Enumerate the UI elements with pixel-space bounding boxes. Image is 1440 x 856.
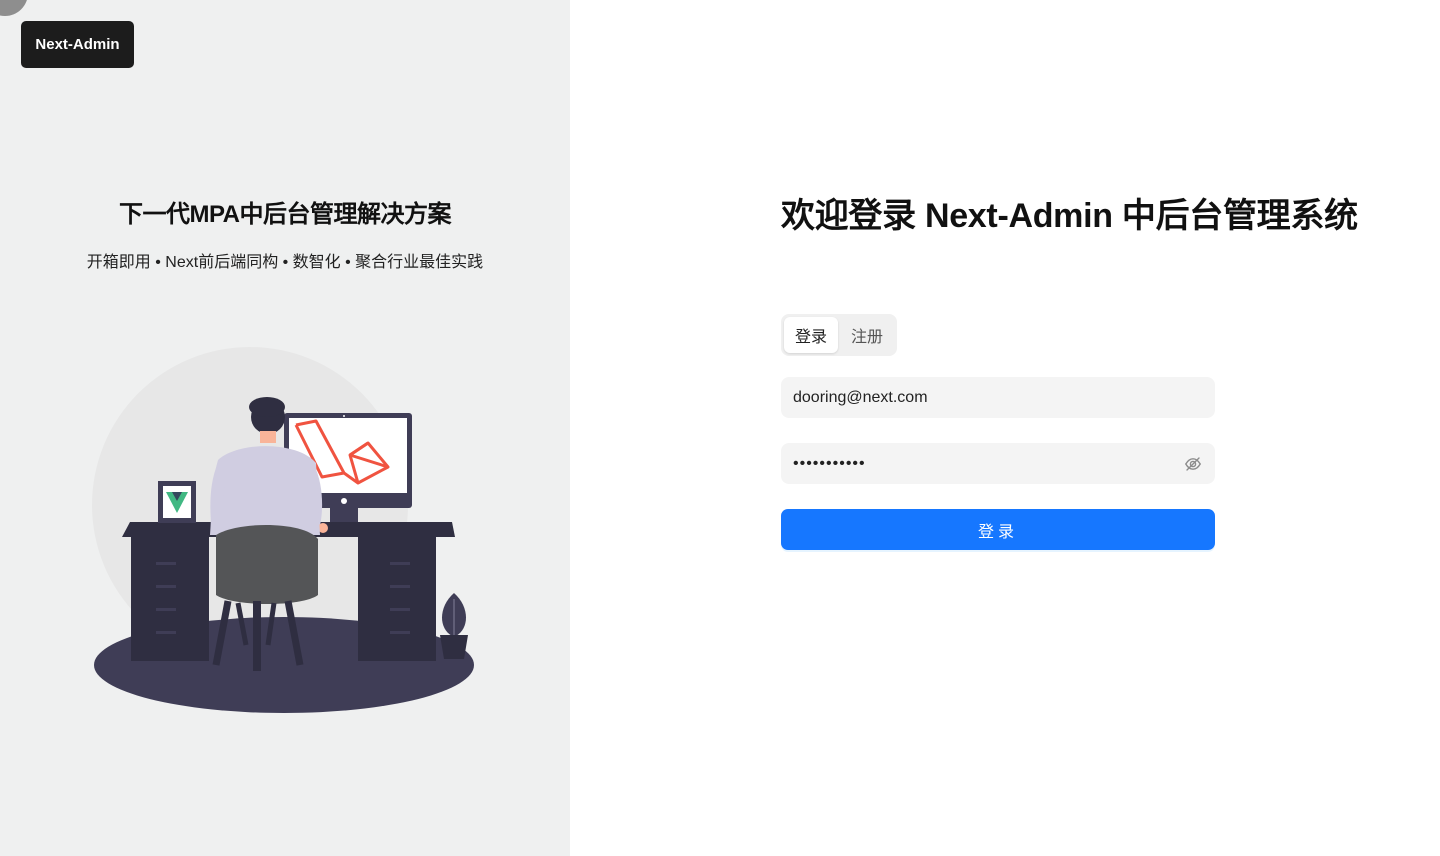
auth-tabs: 登录 注册 — [781, 314, 897, 356]
hero-features: 开箱即用 • Next前后端同构 • 数智化 • 聚合行业最佳实践 — [86, 254, 484, 271]
email-input[interactable] — [793, 388, 1203, 407]
login-button[interactable]: 登录 — [781, 509, 1215, 550]
password-field-wrapper — [781, 443, 1215, 484]
hero-tagline: 下一代MPA中后台管理解决方案 — [118, 201, 452, 228]
email-field-wrapper — [781, 377, 1215, 418]
tab-login[interactable]: 登录 — [784, 317, 838, 353]
avatar[interactable] — [0, 0, 28, 16]
plant — [440, 593, 468, 659]
desk-drawers-right — [358, 537, 436, 661]
logo-badge[interactable]: Next-Admin — [21, 21, 134, 68]
eye-invisible-icon[interactable] — [1183, 454, 1203, 474]
desk-drawers-left — [131, 537, 209, 661]
tab-register[interactable]: 注册 — [840, 317, 894, 353]
left-panel: Next-Admin 下一代MPA中后台管理解决方案 开箱即用 • Next前后… — [0, 0, 570, 856]
password-input[interactable] — [793, 454, 1183, 473]
developer-at-desk-illustration — [92, 347, 474, 713]
welcome-title: 欢迎登录 Next-Admin 中后台管理系统 — [781, 197, 1358, 235]
